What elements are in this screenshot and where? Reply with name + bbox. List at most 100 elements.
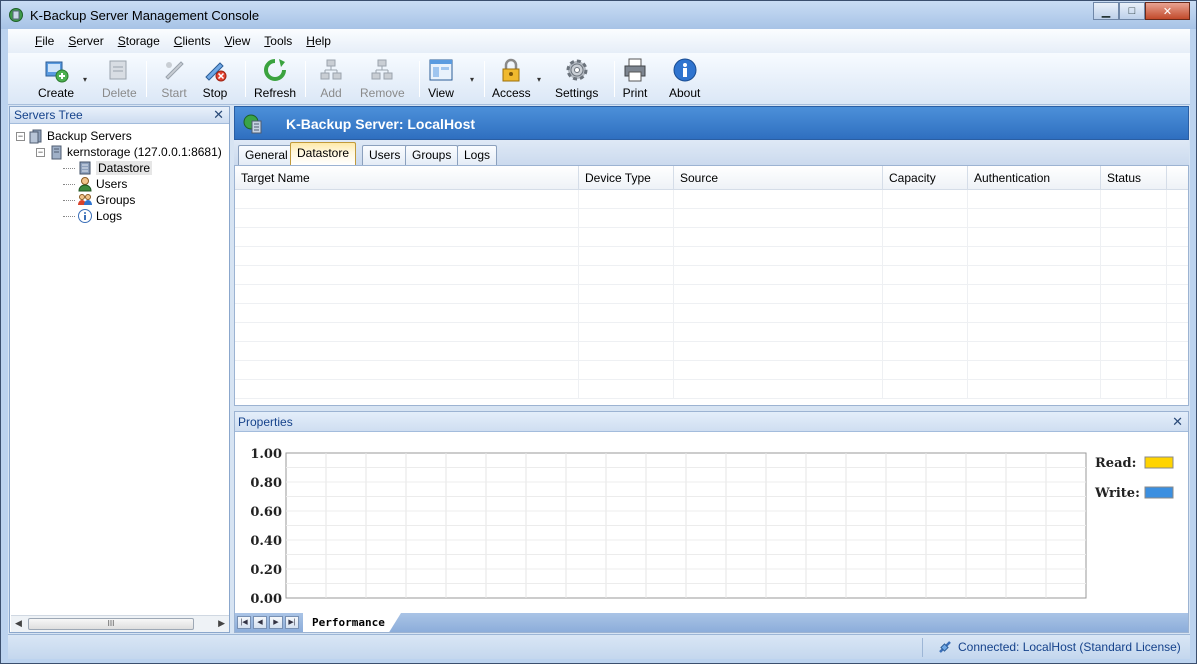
table-row <box>235 266 1188 285</box>
toolbar-separator <box>484 61 485 97</box>
menu-file[interactable]: File <box>35 34 54 48</box>
y-tick-label: 0.40 <box>250 534 282 549</box>
menu-help[interactable]: Help <box>306 34 331 48</box>
tab-datastore[interactable]: Datastore <box>290 142 357 165</box>
main-panel: K-Backup Server: LocalHost General Datas… <box>234 106 1189 633</box>
tree-node-groups[interactable]: Groups <box>10 192 229 208</box>
tab-performance[interactable]: Performance <box>303 613 401 632</box>
table-row <box>235 285 1188 304</box>
scroll-right-icon[interactable]: ▶ <box>218 618 225 629</box>
minimize-button[interactable]: ▁ <box>1093 2 1119 20</box>
legend-label: Read: <box>1095 456 1136 471</box>
group-icon <box>77 192 93 208</box>
tree-horizontal-scrollbar[interactable]: ◀ III ▶ <box>11 615 229 632</box>
collapse-toggle-icon[interactable]: − <box>36 147 45 157</box>
column-header-authentication[interactable]: Authentication <box>968 166 1101 189</box>
servers-tree: − Backup Servers − kernstorage (127.0.0.… <box>10 124 229 224</box>
maximize-button[interactable]: □ <box>1119 2 1145 20</box>
toolbar-separator <box>305 61 306 97</box>
toolbar-separator <box>614 61 615 97</box>
y-tick-label: 0.00 <box>250 592 282 607</box>
title-bar: K-Backup Server Management Console ▁ □ ✕ <box>1 1 1196 29</box>
table-row <box>235 304 1188 323</box>
scroll-left-icon[interactable]: ◀ <box>15 618 22 629</box>
tree-node-backup-servers[interactable]: − Backup Servers <box>10 128 229 144</box>
print-button[interactable]: Print <box>622 57 648 103</box>
servers-tree-panel: Servers Tree ✕ − Backup Servers − kernst… <box>9 106 230 633</box>
menu-server[interactable]: Server <box>68 34 103 48</box>
refresh-button[interactable]: Refresh <box>254 57 296 103</box>
create-button[interactable]: Create <box>38 57 74 103</box>
column-header-target-name[interactable]: Target Name <box>235 166 579 189</box>
gear-icon <box>564 57 590 83</box>
view-dropdown-arrow[interactable]: ▾ <box>470 75 474 84</box>
refresh-icon <box>262 57 288 83</box>
menu-view[interactable]: View <box>224 34 250 48</box>
scrollbar-thumb[interactable]: III <box>28 618 194 630</box>
add-network-icon <box>318 57 344 83</box>
delete-button[interactable]: Delete <box>102 57 137 103</box>
properties-panel: Properties ✕ 1.00 0.80 0.60 0.40 0.20 0.00 Rea… <box>234 411 1189 633</box>
toolbar-separator <box>245 61 246 97</box>
lock-icon <box>498 57 524 83</box>
tab-nav-last-button[interactable]: ▶| <box>285 616 299 629</box>
table-row <box>235 342 1188 361</box>
close-button[interactable]: ✕ <box>1145 2 1190 20</box>
access-dropdown-arrow[interactable]: ▾ <box>537 75 541 84</box>
y-tick-label: 0.80 <box>250 476 282 491</box>
y-tick-label: 1.00 <box>250 447 282 462</box>
table-header: Target Name Device Type Source Capacity … <box>235 166 1188 190</box>
tab-strip: General Datastore Users Groups Logs <box>234 140 1189 165</box>
y-tick-label: 0.60 <box>250 505 282 520</box>
tab-logs[interactable]: Logs <box>457 145 498 165</box>
menu-storage[interactable]: Storage <box>118 34 160 48</box>
remove-button[interactable]: Remove <box>360 57 405 103</box>
tab-users[interactable]: Users <box>362 145 408 165</box>
properties-header: Properties ✕ <box>235 412 1188 432</box>
table-row <box>235 228 1188 247</box>
tab-groups[interactable]: Groups <box>405 145 459 165</box>
column-header-capacity[interactable]: Capacity <box>883 166 968 189</box>
properties-close-button[interactable]: ✕ <box>1172 412 1183 432</box>
settings-button[interactable]: Settings <box>555 57 598 103</box>
table-row <box>235 190 1188 209</box>
column-header-source[interactable]: Source <box>674 166 883 189</box>
server-icon <box>48 144 64 160</box>
tree-node-server[interactable]: − kernstorage (127.0.0.1:8681) <box>10 144 229 160</box>
datastore-icon <box>77 160 93 176</box>
about-button[interactable]: About <box>669 57 700 103</box>
column-header-device-type[interactable]: Device Type <box>579 166 674 189</box>
remove-network-icon <box>369 57 395 83</box>
start-icon <box>161 57 187 83</box>
collapse-toggle-icon[interactable]: − <box>16 131 25 141</box>
user-icon <box>77 176 93 192</box>
view-button[interactable]: View <box>428 57 454 103</box>
stop-button[interactable]: Stop <box>202 57 228 103</box>
create-dropdown-arrow[interactable]: ▾ <box>83 75 87 84</box>
table-body <box>235 190 1188 399</box>
tab-general[interactable]: General <box>238 145 295 165</box>
server-group-icon <box>28 128 44 144</box>
legend-label: Write: <box>1094 486 1140 501</box>
column-header-status[interactable]: Status <box>1101 166 1167 189</box>
access-button[interactable]: Access <box>492 57 531 103</box>
tab-nav-first-button[interactable]: |◀ <box>237 616 251 629</box>
tree-node-datastore[interactable]: Datastore <box>10 160 229 176</box>
app-window: K-Backup Server Management Console ▁ □ ✕… <box>0 0 1197 664</box>
view-icon <box>428 57 454 83</box>
toolbar: Create ▾ Delete Start Stop Refresh Add R… <box>8 53 1190 105</box>
add-button[interactable]: Add <box>318 57 344 103</box>
window-title: K-Backup Server Management Console <box>30 8 260 23</box>
connected-icon <box>939 641 951 653</box>
properties-title: Properties <box>238 415 293 429</box>
start-button[interactable]: Start <box>161 57 187 103</box>
tree-node-users[interactable]: Users <box>10 176 229 192</box>
table-row <box>235 209 1188 228</box>
tab-nav-prev-button[interactable]: ◀ <box>253 616 267 629</box>
menu-tools[interactable]: Tools <box>264 34 292 48</box>
legend-swatch <box>1144 486 1174 499</box>
menu-clients[interactable]: Clients <box>174 34 211 48</box>
tree-node-logs[interactable]: Logs <box>10 208 229 224</box>
tab-nav-next-button[interactable]: ▶ <box>269 616 283 629</box>
servers-tree-close-button[interactable]: ✕ <box>213 107 224 123</box>
